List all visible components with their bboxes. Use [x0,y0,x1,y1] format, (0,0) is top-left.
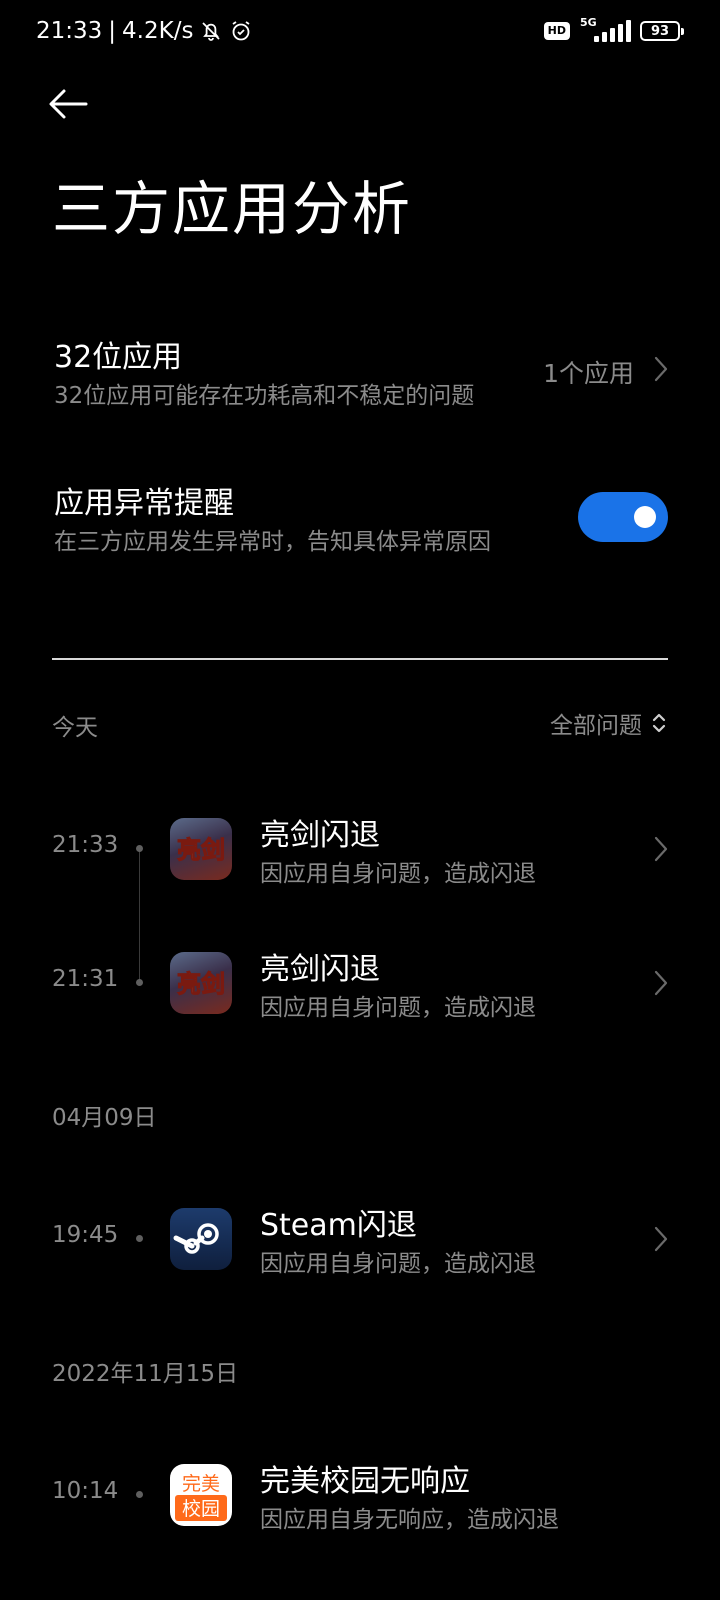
timeline-dot [136,845,143,852]
entry-subtitle: 因应用自身无响应，造成闪退 [260,1507,559,1533]
network-type-label: 5G [580,16,597,29]
list-item[interactable]: 21:33 亮剑 亮剑闪退 因应用自身问题，造成闪退 [0,810,720,890]
battery-icon: 93 [640,21,684,41]
svg-text:校园: 校园 [182,1498,220,1520]
entry-subtitle: 因应用自身问题，造成闪退 [260,1251,536,1277]
toggle-knob [634,506,656,528]
svg-text:亮剑: 亮剑 [177,835,225,864]
entry-title: 亮剑闪退 [260,952,380,987]
abnormal-alert-toggle[interactable] [578,492,668,542]
hd-badge: HD [543,22,570,40]
entry-time: 19:45 [52,1222,119,1248]
chevron-right-icon [654,836,668,862]
back-button[interactable] [46,82,96,126]
setting-32bit-title: 32位应用 [54,340,183,375]
setting-32bit-count: 1个应用 [543,359,634,388]
liangjian-app-icon: 亮剑 [170,952,232,1014]
entry-title: 完美校园无响应 [260,1464,470,1499]
battery-level: 93 [650,23,670,39]
filter-dropdown[interactable]: 全部问题 [550,706,668,740]
timeline-dot [136,1235,143,1242]
divider [52,658,668,660]
chevron-right-icon [654,970,668,996]
list-item[interactable]: 19:45 Steam闪退 因应用自身问题，造成闪退 [0,1200,720,1280]
entry-time: 10:14 [52,1478,119,1504]
bell-muted-icon [199,19,223,43]
page-title: 三方应用分析 [52,175,413,243]
timeline-dot [136,979,143,986]
network-speed: 4.2K/s [122,18,194,44]
setting-alert-subtitle: 在三方应用发生异常时，告知具体异常原因 [54,529,491,555]
section-date: 2022年11月15日 [52,1361,239,1387]
back-arrow-icon [49,89,88,119]
signal-icon: 5G [580,16,631,42]
list-item[interactable]: 10:14 完美 校园 完美校园无响应 因应用自身无响应，造成闪退 [0,1456,720,1536]
wanmei-app-icon: 完美 校园 [170,1464,232,1526]
entry-title: 亮剑闪退 [260,818,380,853]
timeline-dot [136,1491,143,1498]
status-separator: | [108,18,117,44]
steam-app-icon [170,1208,232,1270]
svg-text:完美: 完美 [182,1473,220,1495]
setting-alert-title: 应用异常提醒 [54,486,234,521]
list-item[interactable]: 21:31 亮剑 亮剑闪退 因应用自身问题，造成闪退 [0,944,720,1024]
filter-label: 全部问题 [550,713,642,739]
status-bar: 21:33 | 4.2K/s HD 5G 93 [0,0,720,64]
setting-32bit-apps[interactable]: 32位应用 32位应用可能存在功耗高和不稳定的问题 1个应用 [0,320,720,420]
status-right: HD 5G 93 [543,16,684,42]
chevron-right-icon [654,1226,668,1252]
chevron-right-icon [654,356,668,382]
entry-title: Steam闪退 [260,1208,417,1243]
section-date: 04月09日 [52,1105,157,1131]
svg-text:亮剑: 亮剑 [177,969,225,998]
entry-time: 21:31 [52,966,119,992]
entry-subtitle: 因应用自身问题，造成闪退 [260,861,536,887]
entry-time: 21:33 [52,832,119,858]
liangjian-app-icon: 亮剑 [170,818,232,880]
sort-updown-icon [652,713,666,733]
section-date-today: 今天 [52,715,98,741]
clock: 21:33 [36,18,103,44]
status-left: 21:33 | 4.2K/s [36,18,253,44]
screen: 21:33 | 4.2K/s HD 5G 93 三方应用分析 32位应用 32位… [0,0,720,1600]
setting-32bit-subtitle: 32位应用可能存在功耗高和不稳定的问题 [54,383,475,409]
alarm-icon [229,19,253,43]
entry-subtitle: 因应用自身问题，造成闪退 [260,995,536,1021]
